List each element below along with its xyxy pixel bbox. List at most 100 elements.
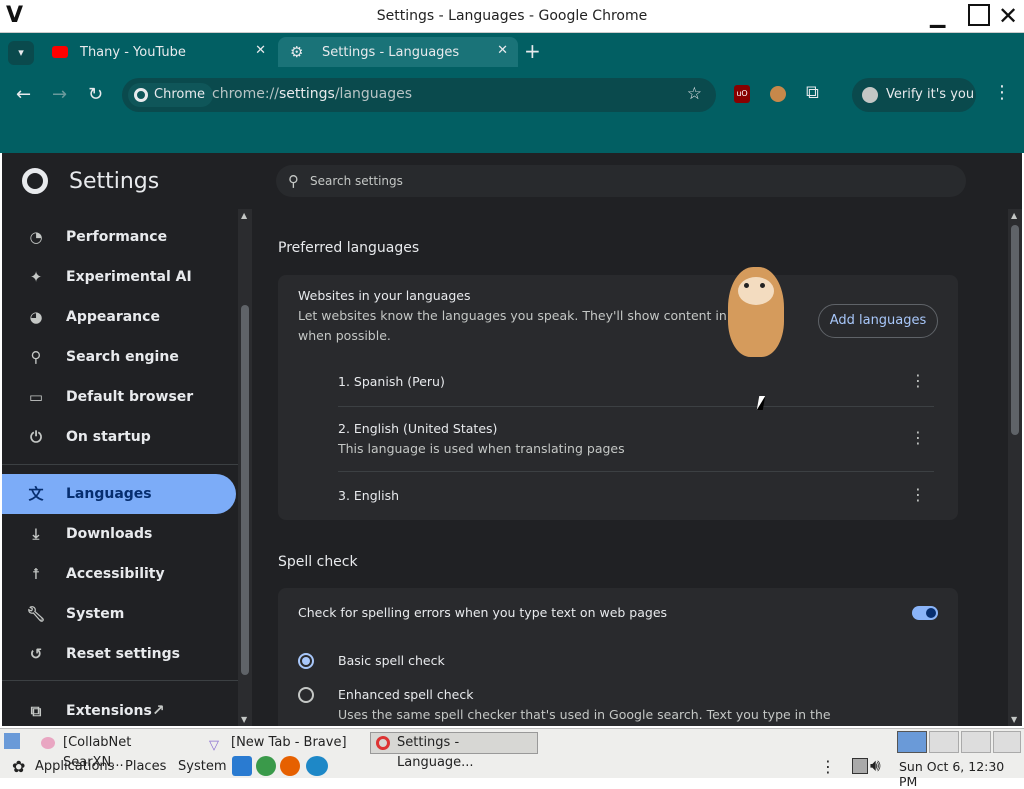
scroll-up-icon[interactable]: ▲	[241, 211, 247, 220]
sidebar-item-performance[interactable]: ◔ Performance	[2, 217, 236, 257]
tab-label: Settings - Languages	[322, 44, 460, 60]
tab-search-icon[interactable]: ▾	[8, 41, 34, 65]
extensions-icon[interactable]: ⧉	[806, 82, 819, 103]
basic-spell-check-label: Basic spell check	[338, 653, 445, 668]
card-title: Websites in your languages	[298, 288, 471, 303]
search-input[interactable]: ⚲ Search settings	[276, 165, 966, 197]
network-icon[interactable]	[852, 758, 868, 774]
searxng-icon	[41, 737, 55, 749]
basic-spell-check-radio[interactable]	[298, 653, 314, 669]
scroll-down-icon[interactable]: ▼	[241, 715, 247, 724]
card-description: when possible.	[298, 328, 391, 343]
profile-label: Verify it's you	[886, 87, 975, 102]
cookie-icon[interactable]	[770, 86, 786, 102]
spell-check-toggle[interactable]	[912, 606, 938, 620]
language-note: This language is used when translating p…	[338, 441, 625, 456]
section-heading: Preferred languages	[278, 240, 420, 256]
chip-label: Chrome	[154, 87, 205, 102]
spell-check-label: Check for spelling errors when you type …	[298, 605, 668, 620]
section-heading: Spell check	[278, 554, 358, 570]
address-bar[interactable]: Chrome chrome://settings/languages ☆	[122, 78, 716, 112]
sidebar-item-label: Performance	[66, 229, 168, 245]
sidebar-scrollbar[interactable]: ▲ ▼	[238, 209, 252, 726]
sidebar-item-system[interactable]: 🔧︎ System	[2, 594, 236, 634]
taskbar-window-chrome[interactable]: Settings - Language...	[370, 732, 538, 770]
divider	[338, 406, 934, 407]
main-scrollbar[interactable]: ▲ ▼	[1008, 209, 1022, 726]
search-icon: ⚲	[288, 172, 299, 190]
search-icon: ⚲	[30, 348, 42, 366]
performance-icon: ◔	[29, 228, 43, 246]
sidebar-item-label: Appearance	[66, 309, 160, 325]
sidebar-item-on-startup[interactable]: ⏻ On startup	[2, 417, 236, 457]
maximize-icon[interactable]	[968, 4, 990, 26]
close-tab-icon[interactable]: ✕	[497, 43, 508, 58]
sidebar-item-languages[interactable]: 文 Languages	[2, 474, 236, 514]
clock[interactable]: Sun Oct 6, 12:30 PM	[899, 759, 1024, 789]
back-icon[interactable]: ←	[16, 84, 31, 105]
places-menu[interactable]: Places	[125, 759, 166, 774]
gnome-foot-icon[interactable]: ✿	[12, 757, 25, 776]
scroll-up-icon[interactable]: ▲	[1011, 211, 1017, 220]
scrollbar-thumb[interactable]	[241, 305, 249, 675]
more-options-icon[interactable]: ⋮	[910, 430, 926, 446]
applications-menu[interactable]: Applications	[35, 759, 114, 774]
forward-icon[interactable]: →	[52, 84, 67, 105]
sidebar-item-label: Search engine	[66, 349, 179, 365]
reload-icon[interactable]: ↻	[88, 84, 103, 105]
sidebar-item-search-engine[interactable]: ⚲ Search engine	[2, 337, 236, 377]
workspace-4[interactable]	[993, 731, 1021, 753]
system-menu[interactable]: System	[178, 759, 226, 774]
sidebar-item-downloads[interactable]: ⤓ Downloads	[2, 514, 236, 554]
tray-menu-icon[interactable]: ⋮	[820, 757, 836, 776]
close-icon[interactable]: ✕	[998, 4, 1018, 28]
chrome-icon	[376, 736, 390, 750]
new-tab-icon[interactable]: +	[524, 39, 541, 63]
divider	[2, 464, 238, 465]
enhanced-spell-check-radio[interactable]	[298, 687, 314, 703]
scrollbar-thumb[interactable]	[1011, 225, 1019, 435]
workspace-2[interactable]	[929, 731, 959, 753]
minimize-icon[interactable]: ▁	[930, 5, 945, 27]
bookmark-star-icon[interactable]: ☆	[687, 84, 702, 104]
site-chip[interactable]: Chrome	[128, 83, 213, 107]
menu-icon[interactable]: ⋮	[993, 82, 1011, 103]
hamster-image	[728, 267, 784, 357]
taskbar-window-brave[interactable]: ▽ [New Tab - Brave]	[204, 732, 364, 754]
more-options-icon[interactable]: ⋮	[910, 373, 926, 389]
workspace-3[interactable]	[961, 731, 991, 753]
puzzle-icon: ⧉	[30, 702, 42, 720]
sidebar-item-default-browser[interactable]: ▭ Default browser	[2, 377, 236, 417]
sidebar-item-experimental-ai[interactable]: ✦ Experimental AI	[2, 257, 236, 297]
enhanced-spell-check-label: Enhanced spell check	[338, 687, 474, 702]
language-name: 3. English	[338, 488, 400, 503]
languages-card: Websites in your languages Let websites …	[278, 267, 958, 520]
more-options-icon[interactable]: ⋮	[910, 487, 926, 503]
volume-icon[interactable]: 🔊︎	[870, 756, 881, 776]
vscode-icon[interactable]	[232, 756, 252, 776]
chrome-launcher-icon[interactable]	[256, 756, 276, 776]
tab-settings[interactable]: ⚙ Settings - Languages ✕	[278, 37, 518, 67]
workspace-1[interactable]	[897, 731, 927, 753]
scroll-down-icon[interactable]: ▼	[1011, 715, 1017, 724]
brave-icon: ▽	[209, 738, 219, 753]
show-desktop-icon[interactable]	[4, 733, 20, 749]
profile-button[interactable]: Verify it's you	[852, 78, 976, 112]
sidebar-item-label: On startup	[66, 429, 151, 445]
add-languages-button[interactable]: Add languages	[818, 304, 938, 338]
close-tab-icon[interactable]: ✕	[255, 43, 266, 58]
url-text[interactable]: chrome://settings/languages	[212, 86, 412, 102]
url-prefix: chrome://	[212, 86, 279, 102]
chrome-icon	[134, 88, 148, 102]
sidebar-item-reset-settings[interactable]: ↺ Reset settings	[2, 634, 236, 674]
firefox-icon[interactable]	[280, 756, 300, 776]
taskbar-window-searxng[interactable]: [CollabNet SearXN...	[36, 732, 196, 770]
taskbar-window-label: Settings - Language...	[397, 735, 474, 770]
language-name: 1. Spanish (Peru)	[338, 374, 445, 389]
sidebar-item-extensions[interactable]: ⧉ Extensions ↗	[2, 691, 236, 726]
sidebar-item-appearance[interactable]: ◕ Appearance	[2, 297, 236, 337]
edge-dev-icon[interactable]	[306, 756, 328, 776]
ublock-icon[interactable]: uO	[734, 85, 750, 103]
tab-youtube[interactable]: Thany - YouTube ✕	[36, 37, 276, 67]
sidebar-item-accessibility[interactable]: ☨ Accessibility	[2, 554, 236, 594]
